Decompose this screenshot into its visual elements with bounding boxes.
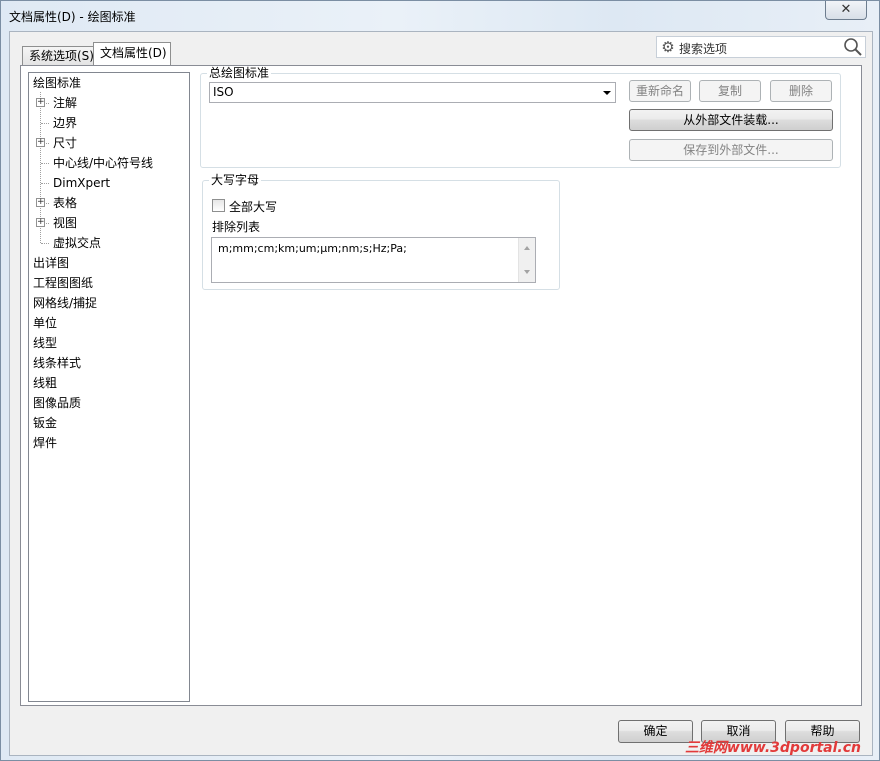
scroll-up-icon[interactable] [524, 246, 530, 250]
tree-item[interactable]: 视图 [53, 214, 77, 232]
title-bar[interactable]: 文档属性(D) - 绘图标准 ✕ [1, 1, 879, 31]
tree-item[interactable]: 尺寸 [53, 134, 77, 152]
close-icon: ✕ [840, 2, 852, 17]
delete-button[interactable]: 删除 [770, 80, 832, 102]
save-to-external-button[interactable]: 保存到外部文件... [629, 139, 833, 161]
rename-button[interactable]: 重新命名 [629, 80, 691, 102]
tree-item[interactable]: 出详图 [33, 254, 69, 272]
all-uppercase-checkbox[interactable] [212, 199, 225, 212]
tree-item[interactable]: 线粗 [33, 374, 57, 392]
search-options-box[interactable]: ⚙ 搜索选项 [656, 36, 866, 58]
tab-panel: 绘图标准 + 注解边界 + 尺寸中心线/中心符号线 DimXpert + 表格 + 视图虚拟交点出… [20, 65, 862, 706]
gear-icon[interactable]: ⚙ [660, 39, 676, 55]
all-uppercase-label[interactable]: 全部大写 [229, 198, 277, 215]
ok-button[interactable]: 确定 [618, 720, 693, 743]
tree-item[interactable]: 边界 [53, 114, 77, 132]
tree-item[interactable]: 网格线/捕捉 [33, 294, 97, 312]
dialog-window: 文档属性(D) - 绘图标准 ✕ 系统选项(S) 文档属性(D) ⚙ 搜索选项 … [0, 0, 880, 761]
tree-item[interactable]: 虚拟交点 [53, 234, 101, 252]
tree-item[interactable]: 钣金 [33, 414, 57, 432]
load-from-external-button[interactable]: 从外部文件装载... [629, 109, 833, 131]
tree-item[interactable]: 表格 [53, 194, 77, 212]
tree-connector-line [41, 243, 49, 244]
close-button[interactable]: ✕ [825, 1, 867, 20]
tree-item[interactable]: 工程图图纸 [33, 274, 93, 292]
search-icon[interactable] [843, 37, 863, 57]
tree-connector-line [41, 163, 49, 164]
tab-document-properties[interactable]: 文档属性(D) [93, 42, 171, 65]
options-tree[interactable]: 绘图标准 + 注解边界 + 尺寸中心线/中心符号线 DimXpert + 表格 + 视图虚拟交点出… [28, 72, 190, 702]
tree-expand-icon[interactable]: + [36, 198, 45, 207]
tree-connector-line [41, 183, 49, 184]
exclude-list-field[interactable]: m;mm;cm;km;um;μm;nm;s;Hz;Pa; [211, 237, 536, 283]
uppercase-group-label: 大写字母 [209, 173, 262, 187]
tree-item[interactable]: 绘图标准 [33, 74, 82, 92]
exclude-list-scrollbar[interactable] [518, 238, 535, 282]
tree-item[interactable]: 图像品质 [33, 394, 81, 412]
tree-item[interactable]: 焊件 [33, 434, 57, 452]
overall-standard-label: 总绘图标准 [207, 66, 272, 80]
tree-expand-icon[interactable]: + [36, 218, 45, 227]
exclude-list-value: m;mm;cm;km;um;μm;nm;s;Hz;Pa; [218, 242, 407, 255]
copy-button[interactable]: 复制 [699, 80, 761, 102]
tree-item[interactable]: DimXpert [53, 174, 110, 192]
uppercase-group: 大写字母 全部大写 排除列表 m;mm;cm;km;um;μm;nm;s;Hz;… [202, 173, 560, 290]
window-title: 文档属性(D) - 绘图标准 [9, 10, 136, 24]
tree-item[interactable]: 中心线/中心符号线 [53, 154, 153, 172]
exclude-list-label: 排除列表 [212, 220, 261, 234]
chevron-down-icon[interactable] [603, 91, 611, 95]
tree-item[interactable]: 注解 [53, 94, 77, 112]
scroll-down-icon[interactable] [524, 270, 530, 274]
overall-standard-group: 总绘图标准 ISO 重新命名 复制 删除 从外部文件装载... 保存到外部文件.… [200, 66, 841, 168]
dialog-content: 系统选项(S) 文档属性(D) ⚙ 搜索选项 绘图标准 + 注解边界 + 尺寸中心线/中… [9, 31, 873, 756]
tab-system-options[interactable]: 系统选项(S) [22, 46, 94, 66]
tree-expand-icon[interactable]: + [36, 98, 45, 107]
search-input[interactable]: 搜索选项 [679, 40, 727, 57]
tree-expand-icon[interactable]: + [36, 138, 45, 147]
tree-item[interactable]: 线条样式 [33, 354, 81, 372]
standard-select-value: ISO [213, 85, 234, 99]
tree-item[interactable]: 线型 [33, 334, 57, 352]
watermark-text: 三维网www.3dportal.cn [684, 740, 861, 756]
tree-item[interactable]: 单位 [33, 314, 57, 332]
standard-select[interactable]: ISO [209, 82, 616, 103]
tree-connector-line [41, 123, 49, 124]
